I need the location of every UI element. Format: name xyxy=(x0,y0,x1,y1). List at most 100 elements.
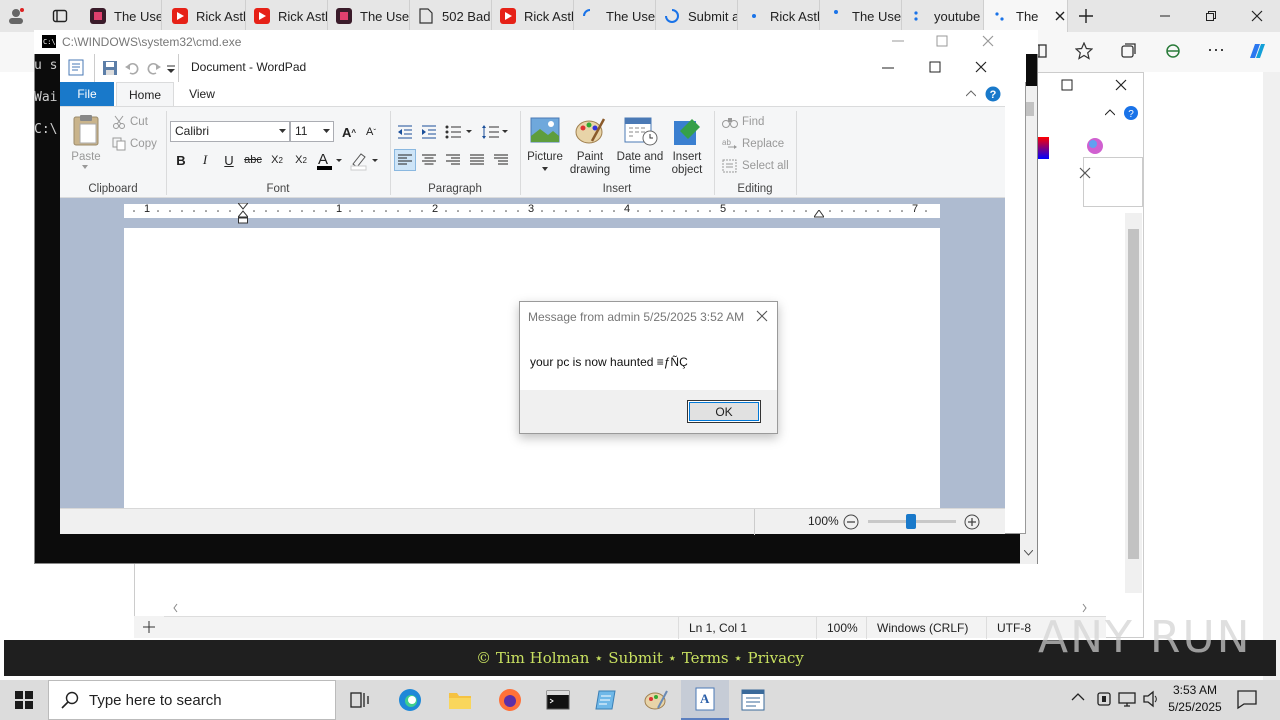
close-icon[interactable] xyxy=(975,61,987,73)
browser-minimize-button[interactable] xyxy=(1142,0,1188,32)
decrease-indent-button[interactable] xyxy=(394,121,416,143)
more-menu-icon[interactable]: ··· xyxy=(1207,40,1225,58)
browser-tab[interactable]: The Usel xyxy=(574,0,656,32)
taskbar-wordpad[interactable]: A xyxy=(681,680,729,720)
bullets-button[interactable] xyxy=(444,121,474,143)
taskbar-edge[interactable] xyxy=(386,680,434,720)
save-icon[interactable] xyxy=(102,60,118,76)
increase-indent-button[interactable] xyxy=(418,121,440,143)
copy-button[interactable]: Copy xyxy=(112,137,157,151)
select-all-button[interactable]: Select all xyxy=(722,159,789,173)
browser-tab[interactable]: The Usel xyxy=(820,0,902,32)
wordpad-title-bar[interactable]: Document - WordPad xyxy=(60,54,1026,82)
browser-tab[interactable]: 502 Bad xyxy=(410,0,492,32)
zoom-out-icon[interactable] xyxy=(843,514,859,530)
right-indent-marker-icon[interactable] xyxy=(814,210,824,218)
taskbar-clock[interactable]: 3:53 AM 5/25/2025 xyxy=(1156,682,1234,718)
strikethrough-button[interactable]: abc xyxy=(242,149,264,171)
subscript-button[interactable]: X2 xyxy=(266,149,288,171)
maximize-icon[interactable] xyxy=(936,35,948,47)
footer-links[interactable]: © Tim Holman ⋆ Submit ⋆ Terms ⋆ Privacy xyxy=(476,649,804,667)
text-color-button[interactable]: A xyxy=(316,151,344,171)
date-time-button[interactable] xyxy=(624,115,658,147)
cmd-title-bar[interactable]: C:\ C:\WINDOWS\system32\cmd.exe xyxy=(34,30,1038,54)
align-center-button[interactable] xyxy=(418,149,440,171)
superscript-button[interactable]: X2 xyxy=(290,149,312,171)
close-tab-icon[interactable] xyxy=(1054,10,1066,22)
taskbar-firefox[interactable] xyxy=(486,680,534,720)
font-size-select[interactable]: 11 xyxy=(290,121,334,142)
minimize-icon[interactable] xyxy=(882,67,894,69)
edit-colors-icon[interactable] xyxy=(1085,137,1105,159)
browser-tab[interactable]: Rick Astl xyxy=(738,0,820,32)
browser-close-button[interactable] xyxy=(1234,0,1280,32)
taskbar-notepad[interactable] xyxy=(582,680,630,720)
taskbar-file-explorer[interactable] xyxy=(436,680,484,720)
profile-button[interactable] xyxy=(0,0,44,32)
indent-marker-icon[interactable] xyxy=(238,203,248,225)
browser-tab[interactable]: youtube xyxy=(902,0,984,32)
taskbar-search[interactable]: Type here to search xyxy=(48,680,336,720)
picture-button[interactable] xyxy=(530,117,560,145)
browser-tab-active[interactable]: The xyxy=(984,0,1068,32)
browser-tab[interactable]: Rick Astl xyxy=(246,0,328,32)
ruler[interactable]: 1 1 2 3 4 5 7 xyxy=(124,203,940,224)
align-left-button[interactable] xyxy=(394,149,416,171)
browser-scrollbar[interactable] xyxy=(1263,72,1280,680)
undo-icon[interactable] xyxy=(124,60,140,76)
minimize-ribbon-icon[interactable] xyxy=(966,90,976,97)
collections-icon[interactable] xyxy=(1120,42,1138,60)
paste-dropdown-icon[interactable] xyxy=(82,165,88,169)
redo-icon[interactable] xyxy=(146,60,162,76)
zoom-slider-thumb[interactable] xyxy=(906,514,916,529)
scroll-thumb[interactable] xyxy=(1128,229,1139,559)
dialog-close-icon[interactable] xyxy=(756,310,768,322)
underline-button[interactable]: U xyxy=(218,149,240,171)
tab-view[interactable]: View xyxy=(178,82,226,106)
tab-actions-button[interactable] xyxy=(44,0,80,32)
justify-button[interactable] xyxy=(466,149,488,171)
italic-button[interactable]: I xyxy=(194,149,216,171)
find-button[interactable]: Find xyxy=(722,115,764,129)
start-button[interactable] xyxy=(0,680,48,720)
collapse-icon[interactable] xyxy=(1105,109,1115,116)
customize-toolbar-icon[interactable] xyxy=(166,64,176,74)
extensions-icon[interactable] xyxy=(1164,42,1182,60)
browser-restore-button[interactable] xyxy=(1188,0,1234,32)
notifications-icon[interactable] xyxy=(1236,688,1258,710)
bold-button[interactable]: B xyxy=(170,149,192,171)
minimize-icon[interactable] xyxy=(892,40,904,42)
move-icon[interactable] xyxy=(134,616,164,638)
insert-object-button[interactable] xyxy=(672,115,704,147)
notepad-hscroll[interactable] xyxy=(171,601,1091,615)
wordpad-app-icon[interactable] xyxy=(68,59,84,76)
browser-tab[interactable]: The Usel xyxy=(328,0,410,32)
browser-tab[interactable]: Rick Astl xyxy=(492,0,574,32)
browser-tab[interactable]: Submit a xyxy=(656,0,738,32)
shrink-font-button[interactable]: Aˇ xyxy=(360,121,382,143)
taskbar-wordpad-2[interactable] xyxy=(729,680,777,720)
highlight-button[interactable] xyxy=(350,151,380,171)
network-icon[interactable] xyxy=(1118,690,1136,708)
font-family-select[interactable]: Calibri xyxy=(170,121,290,142)
paint-drawing-button[interactable] xyxy=(574,115,606,147)
picture-dropdown-icon[interactable] xyxy=(542,167,548,171)
align-right-button[interactable] xyxy=(442,149,464,171)
paragraph-button[interactable] xyxy=(490,149,512,171)
notepad-maximize-icon[interactable] xyxy=(1061,79,1073,91)
maximize-icon[interactable] xyxy=(929,61,941,73)
new-tab-button[interactable] xyxy=(1070,0,1104,32)
tab-home[interactable]: Home xyxy=(116,82,174,107)
paste-button[interactable] xyxy=(72,113,100,147)
task-view-button[interactable] xyxy=(336,680,384,720)
taskbar-cmd[interactable] xyxy=(534,680,582,720)
copilot-icon[interactable] xyxy=(1246,40,1268,62)
cut-button[interactable]: Cut xyxy=(112,115,148,129)
zoom-in-icon[interactable] xyxy=(964,514,980,530)
close-icon[interactable] xyxy=(982,35,994,47)
security-icon[interactable] xyxy=(1096,690,1112,708)
tab-file[interactable]: File xyxy=(60,82,114,106)
favorites-icon[interactable] xyxy=(1075,42,1093,60)
browser-tab[interactable]: The Usel xyxy=(82,0,162,32)
help-icon[interactable]: ? xyxy=(1123,105,1139,121)
